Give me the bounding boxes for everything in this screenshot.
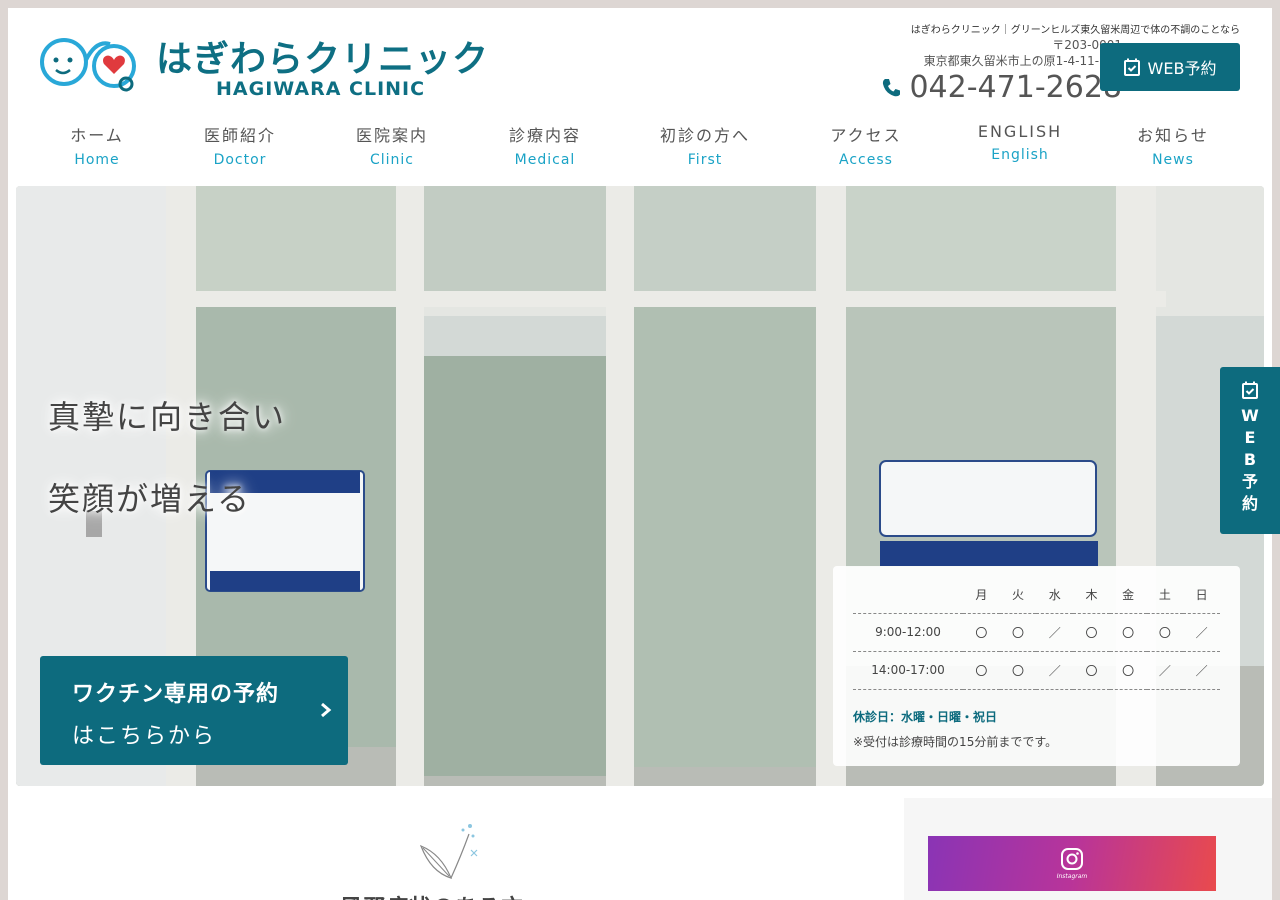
main-content: 風邪症状のある方へ: [8, 798, 904, 900]
header-tagline-wrap: はぎわらクリニック｜グリーンヒルズ東久留米周辺で体の不調のことなら: [911, 21, 1240, 36]
hours-mark-cell: 〇: [963, 612, 1000, 651]
nav-item-first[interactable]: 初診の方へ First: [612, 122, 798, 182]
leaf-sprig-icon: [419, 824, 478, 879]
vaccine-reserve-subtitle: はこちらから: [72, 724, 217, 749]
nav-item-access[interactable]: アクセス Access: [798, 122, 934, 182]
stethoscope-heart-logo-icon: [40, 38, 136, 92]
phone-link[interactable]: 042-471-2628: [881, 70, 1122, 105]
calendar-check-icon: [1242, 381, 1258, 399]
day-header: 木: [1085, 587, 1098, 602]
nav-label-jp: 医師紹介: [203, 126, 276, 145]
nav-label-en: English: [991, 147, 1049, 163]
page: はぎわらクリニック HAGIWARA CLINIC はぎわらクリニック｜グリーン…: [8, 8, 1272, 900]
reception-note: ※受付は診療時間の15分前までです。: [853, 734, 1058, 749]
logo-english-text: HAGIWARA CLINIC: [216, 78, 426, 100]
hours-header-row: 月 火 水 木 金 土 日: [853, 576, 1220, 613]
day-header: 金: [1122, 587, 1135, 602]
nav-item-english[interactable]: ENGLISH English: [934, 122, 1106, 182]
address: 東京都東久留米市上の原1-4-11-103: [923, 54, 1122, 68]
hours-mark-cell: ／: [1036, 612, 1074, 651]
instagram-icon: [1061, 848, 1083, 870]
address-block: 〒203-0001 東京都東久留米市上の原1-4-11-103: [862, 37, 1122, 69]
hero-catch-line-1: 真摯に向き合い: [48, 398, 287, 436]
clinic-logo-link[interactable]: はぎわらクリニック HAGIWARA CLINIC: [38, 30, 488, 110]
global-nav: ホーム Home 医師紹介 Doctor 医院案内 Clinic 診療内容 Medica…: [20, 122, 1260, 182]
day-header: 火: [1012, 587, 1025, 602]
nav-label-en: News: [1152, 152, 1194, 168]
hours-time-cell: 14:00-17:00: [853, 650, 963, 690]
chevron-right-icon: [321, 702, 332, 718]
nav-item-medical[interactable]: 診療内容 Medical: [478, 122, 612, 182]
nav-label-en: First: [687, 152, 723, 168]
day-header: 日: [1195, 587, 1208, 602]
nav-item-home[interactable]: ホーム Home: [20, 122, 174, 182]
nav-label-en: Home: [74, 152, 120, 168]
hours-time-cell: 9:00-12:00: [853, 612, 963, 651]
phone-icon: [883, 78, 901, 96]
nav-label-en: Doctor: [213, 152, 267, 168]
sidebar: Instagram: [904, 798, 1272, 900]
hours-mark-cell: 〇: [1146, 612, 1184, 651]
nav-label-jp: お知らせ: [1137, 126, 1209, 145]
hours-mark-cell: ／: [1183, 650, 1220, 690]
side-tab-label: WEB予約: [1241, 406, 1259, 513]
section-title: 風邪症状のある方へ: [340, 890, 547, 900]
nav-label-jp: ホーム: [70, 126, 124, 145]
nav-item-news[interactable]: お知らせ News: [1106, 122, 1240, 182]
nav-label-jp: 初診の方へ: [659, 126, 750, 145]
hours-mark-cell: 〇: [1073, 650, 1110, 690]
calendar-check-icon: [1123, 58, 1140, 76]
web-reserve-label: WEB予約: [1147, 59, 1217, 78]
instagram-label: Instagram: [1056, 873, 1088, 880]
hours-mark-cell: 〇: [1073, 612, 1110, 651]
nav-item-clinic[interactable]: 医院案内 Clinic: [306, 122, 478, 182]
hero-slider: 真摯に向き合い 笑顔が増える ワクチン専用の予約 はこちらから 月 火 水 木 …: [16, 186, 1264, 786]
table-row: 14:00-17:00 〇 〇 ／ 〇 〇 ／ ／: [853, 650, 1220, 690]
header-tagline: はぎわらクリニック｜グリーンヒルズ東久留米周辺で体の不調のことなら: [910, 25, 1240, 36]
instagram-banner-link[interactable]: Instagram: [928, 836, 1216, 891]
web-reserve-button[interactable]: WEB予約: [1100, 43, 1240, 91]
hours-mark-cell: 〇: [1109, 650, 1147, 690]
hours-mark-cell: 〇: [963, 650, 1000, 690]
logo-japanese-text: はぎわらクリニック: [156, 39, 490, 80]
table-row: 9:00-12:00 〇 〇 ／ 〇 〇 〇 ／: [853, 612, 1220, 651]
vaccine-reserve-title: ワクチン専用の予約: [72, 682, 280, 707]
nav-label-en: Clinic: [369, 152, 414, 168]
nav-item-doctor[interactable]: 医師紹介 Doctor: [174, 122, 306, 182]
day-header: 水: [1048, 587, 1061, 602]
hours-mark-cell: 〇: [999, 650, 1037, 690]
postal-code: 〒203-0001: [1052, 38, 1122, 52]
hours-corner-cell: [853, 576, 963, 613]
nav-label-jp: ENGLISH: [977, 122, 1063, 141]
phone-number: 042-471-2628: [909, 70, 1122, 105]
hours-panel: 月 火 水 木 金 土 日 9:00-12:00 〇 〇 ／ 〇 〇 〇 ／ 1…: [833, 566, 1240, 766]
nav-label-en: Access: [839, 152, 893, 168]
hours-mark-cell: ／: [1146, 650, 1184, 690]
nav-label-jp: 診療内容: [508, 126, 581, 145]
side-web-reserve-tab[interactable]: WEB予約: [1220, 367, 1280, 534]
hours-mark-cell: ／: [1183, 612, 1220, 651]
hero-catch-line-2: 笑顔が増える: [48, 480, 252, 518]
hours-mark-cell: 〇: [1109, 612, 1147, 651]
nav-label-jp: 医院案内: [355, 126, 428, 145]
nav-label-en: Medical: [514, 152, 576, 168]
closed-days: 休診日：水曜・日曜・祝日: [853, 709, 998, 724]
hours-mark-cell: 〇: [999, 612, 1037, 651]
hours-mark-cell: ／: [1036, 650, 1074, 690]
nav-label-jp: アクセス: [830, 126, 902, 145]
day-header: 土: [1158, 587, 1171, 602]
vaccine-reserve-button[interactable]: ワクチン専用の予約 はこちらから: [40, 656, 348, 765]
hours-table: 月 火 水 木 金 土 日 9:00-12:00 〇 〇 ／ 〇 〇 〇 ／ 1…: [853, 576, 1220, 690]
day-header: 月: [975, 587, 988, 602]
